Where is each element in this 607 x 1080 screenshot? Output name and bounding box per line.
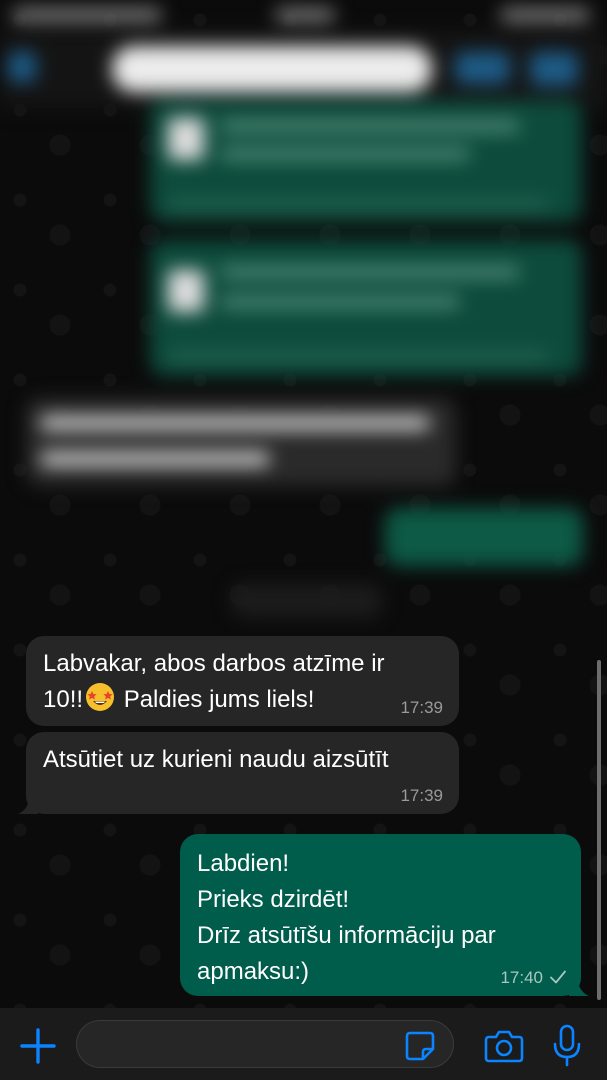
outgoing-message[interactable]: Labdien! Prieks dzirdēt! Drīz atsūtīšu i…: [180, 834, 589, 996]
status-bar: [0, 0, 607, 30]
blurred-document-message[interactable]: [150, 100, 582, 222]
phone-call-icon[interactable]: [530, 52, 578, 86]
message-time: 17:39: [400, 786, 443, 805]
incoming-message[interactable]: Labvakar, abos darbos atzīme ir 10!! Pal…: [26, 636, 459, 726]
back-icon[interactable]: [8, 52, 36, 82]
bubble-tail: [569, 978, 589, 996]
blurred-text-message[interactable]: [26, 398, 456, 486]
message-text: Paldies jums liels!: [117, 686, 315, 713]
message-text: Atsūtiet uz kurieni naudu aizsūtīt: [43, 746, 389, 773]
message-time: 17:39: [400, 698, 443, 717]
message-input[interactable]: [76, 1020, 454, 1068]
camera-icon[interactable]: [484, 1028, 524, 1064]
chat-header: [0, 30, 607, 108]
sticker-icon[interactable]: [404, 1030, 436, 1062]
contact-name-blurred[interactable]: [112, 46, 432, 92]
blurred-document-message[interactable]: [150, 240, 582, 376]
blurred-short-message[interactable]: [385, 508, 583, 566]
star-struck-emoji-icon: [86, 683, 115, 711]
status-time-blurred: [275, 8, 335, 22]
scroll-indicator[interactable]: [597, 660, 601, 1000]
document-icon: [168, 270, 204, 312]
status-carrier-blurred: [12, 8, 162, 22]
bubble-tail: [18, 796, 38, 814]
message-text: Labdien! Prieks dzirdēt! Drīz atsūtīšu i…: [197, 850, 496, 985]
status-battery-blurred: [500, 8, 590, 22]
single-check-icon: [550, 970, 566, 984]
blurred-region: [0, 0, 607, 625]
message-input-bar: [0, 1008, 607, 1080]
plus-icon[interactable]: [18, 1026, 58, 1066]
video-call-icon[interactable]: [455, 52, 510, 84]
message-time: 17:40: [500, 968, 543, 987]
document-icon: [168, 118, 204, 160]
blurred-date-separator: [232, 584, 382, 618]
incoming-message[interactable]: Atsūtiet uz kurieni naudu aizsūtīt 17:39: [18, 732, 459, 814]
microphone-icon[interactable]: [551, 1024, 583, 1068]
